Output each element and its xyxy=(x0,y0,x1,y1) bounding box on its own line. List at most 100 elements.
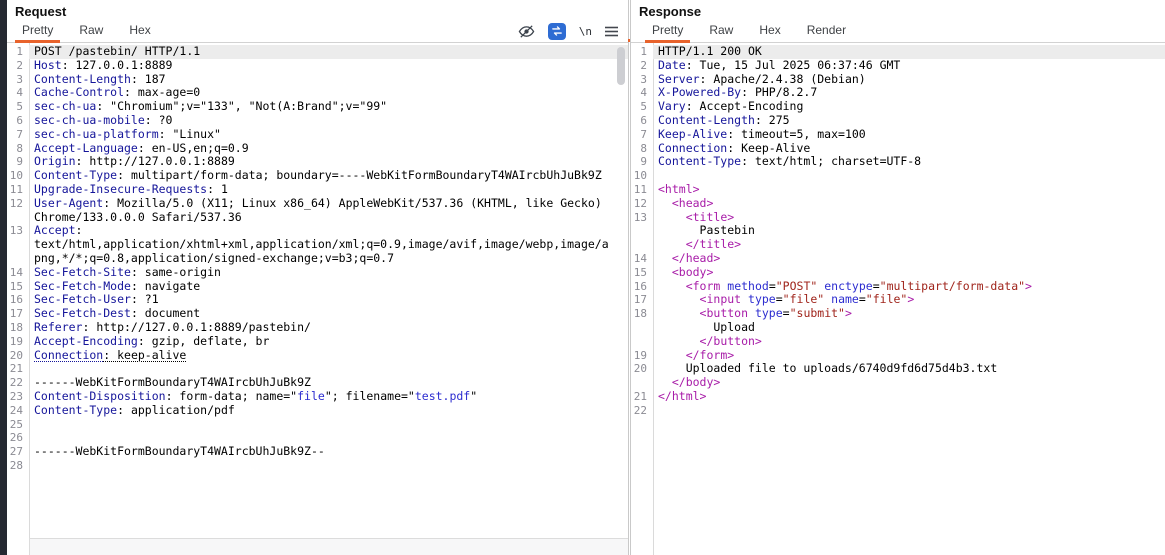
code-row[interactable]: 7Keep-Alive: timeout=5, max=100 xyxy=(631,128,1165,142)
line-number: 18 xyxy=(631,307,653,321)
code-row[interactable]: 20 Uploaded file to uploads/6740d9fd6d75… xyxy=(631,362,1165,376)
code-row[interactable]: 22------WebKitFormBoundaryT4WAIrcbUhJuBk… xyxy=(7,376,628,390)
code-row[interactable]: 17 <input type="file" name="file"> xyxy=(631,293,1165,307)
newline-icon[interactable]: \n xyxy=(579,25,592,38)
code-text: <title> xyxy=(653,211,1165,225)
code-row[interactable]: 22 xyxy=(631,404,1165,418)
request-horizontal-scrollbar[interactable] xyxy=(29,538,628,555)
request-editor[interactable]: 1POST /pastebin/ HTTP/1.12Host: 127.0.0.… xyxy=(7,43,628,555)
code-row[interactable]: Chrome/133.0.0.0 Safari/537.36 xyxy=(7,211,628,225)
code-row[interactable]: 1HTTP/1.1 200 OK xyxy=(631,45,1165,59)
code-row[interactable]: 18 <button type="submit"> xyxy=(631,307,1165,321)
code-text: Chrome/133.0.0.0 Safari/537.36 xyxy=(29,211,628,225)
code-text: Referer: http://127.0.0.1:8889/pastebin/ xyxy=(29,321,628,335)
code-text: png,*/*;q=0.8,application/signed-exchang… xyxy=(29,252,628,266)
code-row[interactable]: 26 xyxy=(7,431,628,445)
code-row[interactable]: png,*/*;q=0.8,application/signed-exchang… xyxy=(7,252,628,266)
line-number: 18 xyxy=(7,321,29,335)
code-row[interactable]: 3Server: Apache/2.4.38 (Debian) xyxy=(631,73,1165,87)
code-row[interactable]: 25 xyxy=(7,418,628,432)
code-row[interactable]: </button> xyxy=(631,335,1165,349)
code-row[interactable]: 9Origin: http://127.0.0.1:8889 xyxy=(7,155,628,169)
code-row[interactable]: 14 </head> xyxy=(631,252,1165,266)
code-row[interactable]: 21 xyxy=(7,362,628,376)
code-text: Vary: Accept-Encoding xyxy=(653,100,1165,114)
code-row[interactable]: Pastebin xyxy=(631,224,1165,238)
line-number xyxy=(631,224,653,238)
code-row[interactable]: </body> xyxy=(631,376,1165,390)
code-row[interactable]: 19Accept-Encoding: gzip, deflate, br xyxy=(7,335,628,349)
line-number: 22 xyxy=(631,404,653,418)
code-row[interactable]: 20Connection: keep-alive xyxy=(7,349,628,363)
code-row[interactable]: 13 <title> xyxy=(631,211,1165,225)
code-row[interactable]: 13Accept: xyxy=(7,224,628,238)
code-row[interactable]: 9Content-Type: text/html; charset=UTF-8 xyxy=(631,155,1165,169)
code-text: Server: Apache/2.4.38 (Debian) xyxy=(653,73,1165,87)
line-number: 27 xyxy=(7,445,29,459)
code-text: Pastebin xyxy=(653,224,1165,238)
request-panel-title: Request xyxy=(7,0,628,20)
line-number: 6 xyxy=(631,114,653,128)
response-editor[interactable]: 1HTTP/1.1 200 OK2Date: Tue, 15 Jul 2025 … xyxy=(631,43,1165,555)
code-row[interactable]: 8Connection: Keep-Alive xyxy=(631,142,1165,156)
code-row[interactable]: 11<html> xyxy=(631,183,1165,197)
code-row[interactable]: text/html,application/xhtml+xml,applicat… xyxy=(7,238,628,252)
request-tab-raw[interactable]: Raw xyxy=(79,20,103,42)
line-number: 15 xyxy=(631,266,653,280)
request-tab-hex[interactable]: Hex xyxy=(129,20,150,42)
menu-icon[interactable] xyxy=(605,26,618,37)
code-row[interactable]: 4Cache-Control: max-age=0 xyxy=(7,86,628,100)
code-row[interactable]: 14Sec-Fetch-Site: same-origin xyxy=(7,266,628,280)
response-tab-raw[interactable]: Raw xyxy=(709,20,733,42)
hide-eye-slash-icon[interactable] xyxy=(518,24,535,39)
code-text: Sec-Fetch-Dest: document xyxy=(29,307,628,321)
code-row[interactable]: 19 </form> xyxy=(631,349,1165,363)
response-tab-render[interactable]: Render xyxy=(807,20,846,42)
code-row[interactable]: 5Vary: Accept-Encoding xyxy=(631,100,1165,114)
code-text: Content-Type: application/pdf xyxy=(29,404,628,418)
code-text: <head> xyxy=(653,197,1165,211)
code-row[interactable]: 10Content-Type: multipart/form-data; bou… xyxy=(7,169,628,183)
code-row[interactable]: </title> xyxy=(631,238,1165,252)
code-row[interactable]: 5sec-ch-ua: "Chromium";v="133", "Not(A:B… xyxy=(7,100,628,114)
code-text: ------WebKitFormBoundaryT4WAIrcbUhJuBk9Z… xyxy=(29,445,628,459)
code-row[interactable]: 12 <head> xyxy=(631,197,1165,211)
code-row[interactable]: 6sec-ch-ua-mobile: ?0 xyxy=(7,114,628,128)
code-row[interactable]: 2Host: 127.0.0.1:8889 xyxy=(7,59,628,73)
response-tab-hex[interactable]: Hex xyxy=(759,20,780,42)
colorize-icon[interactable] xyxy=(548,23,566,40)
code-text: HTTP/1.1 200 OK xyxy=(653,45,1165,59)
code-text: Upgrade-Insecure-Requests: 1 xyxy=(29,183,628,197)
code-row[interactable]: 17Sec-Fetch-Dest: document xyxy=(7,307,628,321)
code-row[interactable]: 11Upgrade-Insecure-Requests: 1 xyxy=(7,183,628,197)
code-row[interactable]: 16 <form method="POST" enctype="multipar… xyxy=(631,280,1165,294)
code-row[interactable]: Upload xyxy=(631,321,1165,335)
code-row[interactable]: 16Sec-Fetch-User: ?1 xyxy=(7,293,628,307)
line-number: 4 xyxy=(631,86,653,100)
code-row[interactable]: 4X-Powered-By: PHP/8.2.7 xyxy=(631,86,1165,100)
code-row[interactable]: 15Sec-Fetch-Mode: navigate xyxy=(7,280,628,294)
code-row[interactable]: 18Referer: http://127.0.0.1:8889/pastebi… xyxy=(7,321,628,335)
request-vertical-scrollbar[interactable] xyxy=(617,47,625,85)
code-row[interactable]: 1POST /pastebin/ HTTP/1.1 xyxy=(7,45,628,59)
code-row[interactable]: 6Content-Length: 275 xyxy=(631,114,1165,128)
code-text: sec-ch-ua-platform: "Linux" xyxy=(29,128,628,142)
code-row[interactable]: 10 xyxy=(631,169,1165,183)
code-row[interactable]: 2Date: Tue, 15 Jul 2025 06:37:46 GMT xyxy=(631,59,1165,73)
code-row[interactable]: 15 <body> xyxy=(631,266,1165,280)
response-tab-pretty[interactable]: Pretty xyxy=(652,20,683,42)
code-text: Content-Type: multipart/form-data; bound… xyxy=(29,169,628,183)
code-row[interactable]: 12User-Agent: Mozilla/5.0 (X11; Linux x8… xyxy=(7,197,628,211)
code-row[interactable]: 8Accept-Language: en-US,en;q=0.9 xyxy=(7,142,628,156)
code-row[interactable]: 23Content-Disposition: form-data; name="… xyxy=(7,390,628,404)
code-text xyxy=(29,459,628,473)
code-row[interactable]: 24Content-Type: application/pdf xyxy=(7,404,628,418)
code-row[interactable]: 7sec-ch-ua-platform: "Linux" xyxy=(7,128,628,142)
code-row[interactable]: 21</html> xyxy=(631,390,1165,404)
line-number xyxy=(631,321,653,335)
response-panel-title: Response xyxy=(631,0,1165,20)
code-row[interactable]: 27------WebKitFormBoundaryT4WAIrcbUhJuBk… xyxy=(7,445,628,459)
request-tab-pretty[interactable]: Pretty xyxy=(22,20,53,42)
code-row[interactable]: 28 xyxy=(7,459,628,473)
code-row[interactable]: 3Content-Length: 187 xyxy=(7,73,628,87)
